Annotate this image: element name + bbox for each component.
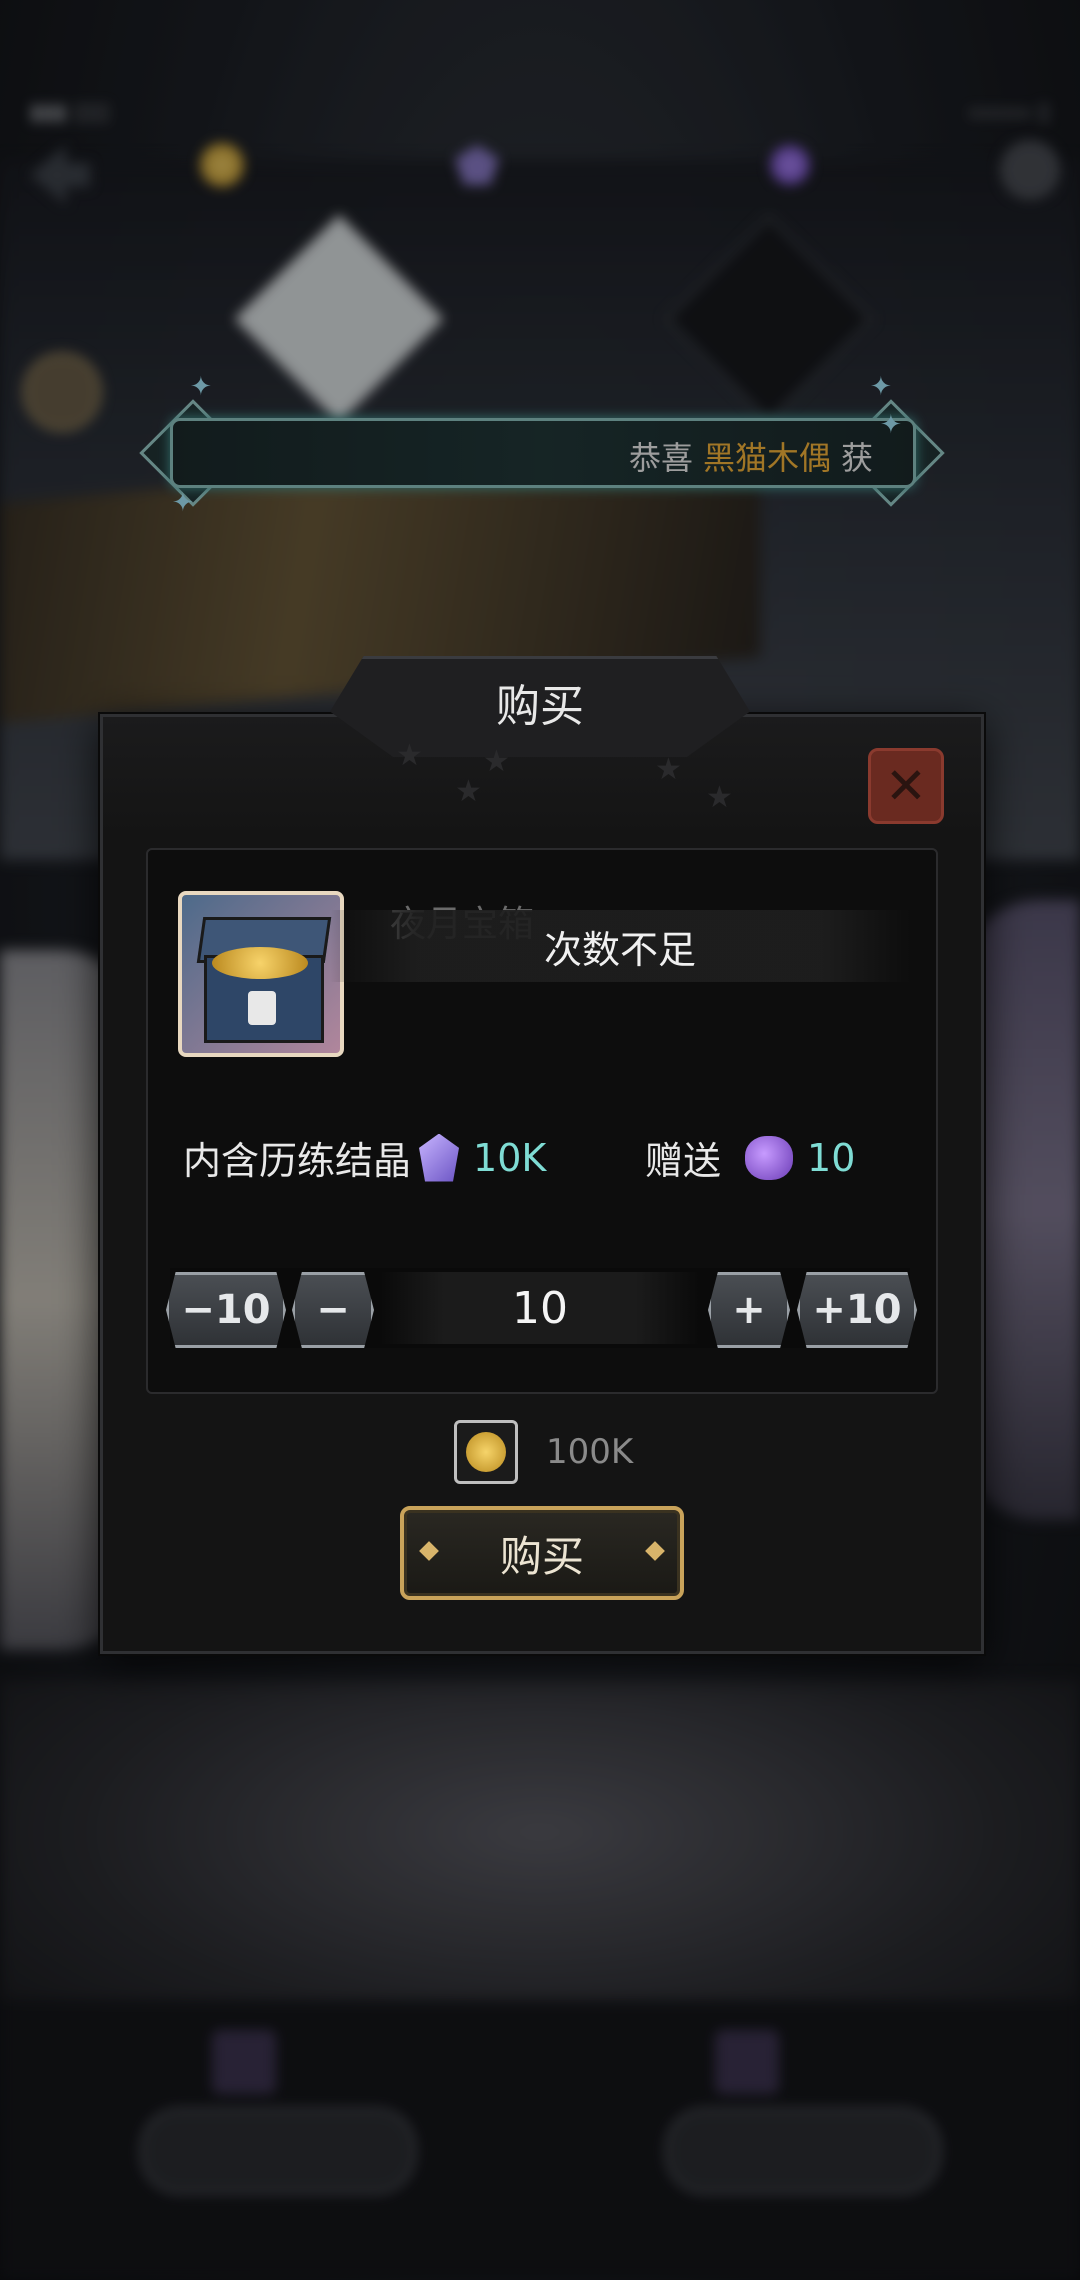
star-ornament-icon: ★	[396, 738, 423, 773]
cost-display: 100K	[454, 1420, 633, 1484]
minus-button[interactable]: −	[292, 1272, 374, 1348]
minus-10-button[interactable]: −10	[166, 1272, 286, 1348]
chest-lock	[248, 991, 276, 1025]
moon-coin-glyph	[466, 1432, 506, 1472]
close-icon: ✕	[885, 757, 927, 815]
buy-button-label: 购买	[499, 1531, 584, 1581]
gift-label: 赠送	[645, 1139, 722, 1183]
contents-row: 内含历练结晶 10K	[183, 1130, 546, 1185]
contents-label: 内含历练结晶	[183, 1139, 412, 1183]
star-ornament-icon: ★	[655, 752, 682, 787]
item-chest-image	[178, 891, 344, 1057]
toast-message: 次数不足	[330, 910, 910, 982]
star-ornament-icon: ★	[455, 774, 482, 809]
gift-value: 10	[807, 1135, 856, 1180]
close-button[interactable]: ✕	[868, 748, 944, 824]
buy-button[interactable]: 购买	[400, 1506, 684, 1600]
contents-value: 10K	[473, 1135, 547, 1180]
chest-gold-coins	[212, 947, 308, 979]
gift-gem-icon	[745, 1135, 794, 1180]
button-ornament-icon	[645, 1541, 665, 1561]
dialog-title: 购买	[496, 681, 584, 732]
button-ornament-icon	[419, 1541, 439, 1561]
quantity-field[interactable]: 10	[380, 1272, 700, 1344]
cost-value: 100K	[546, 1432, 634, 1472]
star-ornament-icon: ★	[706, 780, 733, 815]
moon-coin-icon	[454, 1420, 518, 1484]
training-crystal-icon	[419, 1133, 460, 1182]
gift-row: 赠送 10	[645, 1130, 855, 1185]
plus-10-button[interactable]: +10	[797, 1272, 917, 1348]
plus-button[interactable]: +	[708, 1272, 790, 1348]
star-ornament-icon: ★	[483, 744, 510, 779]
